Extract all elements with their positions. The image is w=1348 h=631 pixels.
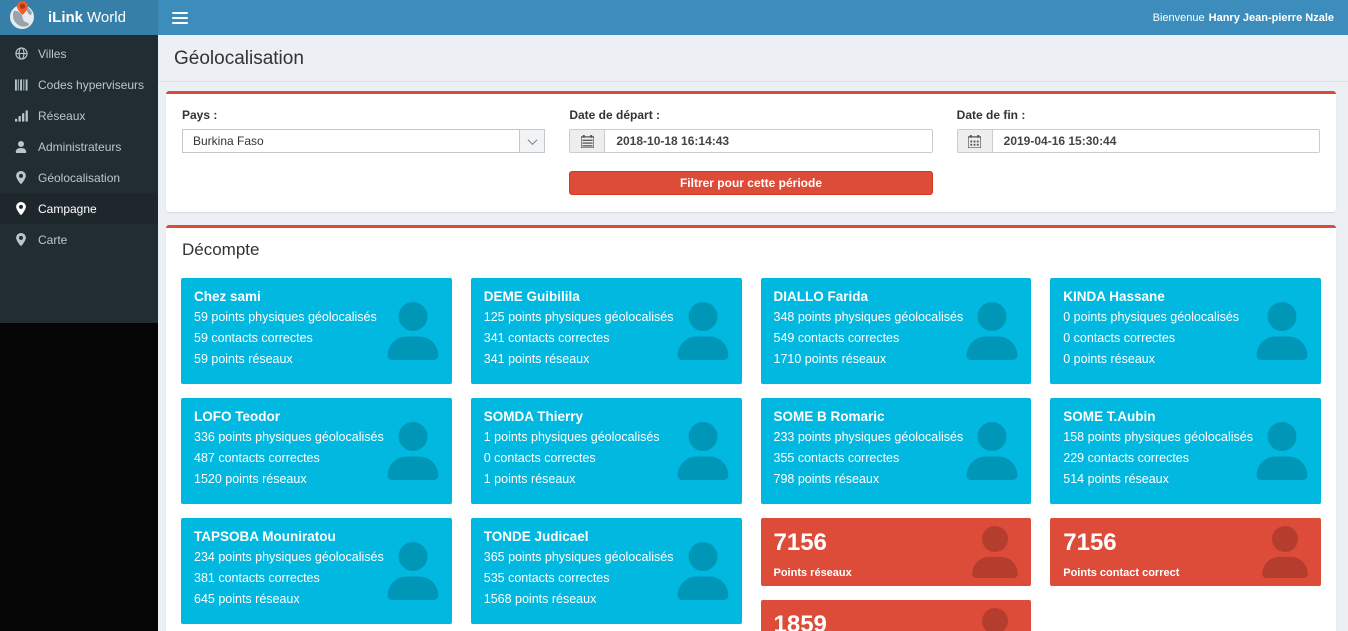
person-silhouette-icon bbox=[387, 302, 439, 360]
country-selected-value: Burkina Faso bbox=[183, 134, 519, 148]
agent-card[interactable]: Chez sami 59 points physiques géolocalis… bbox=[181, 278, 452, 384]
agent-card[interactable]: KINDA Hassane 0 points physiques géoloca… bbox=[1050, 278, 1321, 384]
calendar-icon bbox=[569, 129, 604, 153]
welcome-prefix: Bienvenue bbox=[1153, 12, 1205, 24]
person-silhouette-icon bbox=[387, 542, 439, 600]
user-name: Hanry Jean-pierre Nzale bbox=[1209, 12, 1334, 24]
sidebar-menu: Villes Codes hyperviseurs Réseaux bbox=[0, 35, 158, 323]
sidebar-item-label: Codes hyperviseurs bbox=[38, 78, 144, 92]
summary-card-points-contact[interactable]: 7156 Points contact correct bbox=[1050, 518, 1321, 586]
end-date-label: Date de fin : bbox=[957, 108, 1320, 122]
sidebar-item-carte[interactable]: Carte bbox=[0, 224, 158, 255]
app-window: iLinkWorld Villes Codes hyperviseurs bbox=[0, 0, 1348, 631]
page-title: Géolocalisation bbox=[158, 35, 1348, 82]
brand-name-light: World bbox=[87, 9, 126, 26]
person-silhouette-icon bbox=[1256, 422, 1308, 480]
summary-card-points-physiques[interactable]: 1859 Points physiques géolocalisés bbox=[761, 600, 1032, 631]
top-navbar: Bienvenue Hanry Jean-pierre Nzale bbox=[158, 0, 1348, 35]
sidebar-item-label: Administrateurs bbox=[38, 140, 121, 154]
agent-card[interactable]: TAPSOBA Mouniratou 234 points physiques … bbox=[181, 518, 452, 624]
start-date-label: Date de départ : bbox=[569, 108, 932, 122]
filter-box: Pays : Burkina Faso Date de départ : bbox=[166, 91, 1336, 212]
sidebar-item-villes[interactable]: Villes bbox=[0, 38, 158, 69]
sidebar-item-label: Campagne bbox=[38, 202, 97, 216]
agent-card[interactable]: DEME Guibilila 125 points physiques géol… bbox=[471, 278, 742, 384]
calendar-icon bbox=[957, 129, 992, 153]
content-area: Géolocalisation Pays : Burkina Faso Date… bbox=[158, 35, 1348, 631]
person-silhouette-icon bbox=[677, 302, 729, 360]
person-silhouette-icon bbox=[677, 542, 729, 600]
person-silhouette-icon bbox=[1256, 302, 1308, 360]
filter-period-button[interactable]: Filtrer pour cette période bbox=[569, 171, 932, 195]
sidebar-item-campagne[interactable]: Campagne bbox=[0, 193, 158, 224]
sidebar-toggle-hamburger-icon[interactable] bbox=[172, 9, 188, 27]
sidebar-item-label: Villes bbox=[38, 47, 66, 61]
person-silhouette-icon bbox=[966, 422, 1018, 480]
person-silhouette-icon bbox=[387, 422, 439, 480]
user-icon bbox=[14, 140, 28, 154]
welcome-message: Bienvenue Hanry Jean-pierre Nzale bbox=[1153, 12, 1334, 24]
person-silhouette-icon bbox=[966, 302, 1018, 360]
agent-card[interactable]: SOMDA Thierry 1 points physiques géoloca… bbox=[471, 398, 742, 504]
sidebar-item-geolocalisation[interactable]: Géolocalisation bbox=[0, 162, 158, 193]
person-silhouette-icon bbox=[972, 526, 1018, 578]
cards-column-1: Chez sami 59 points physiques géolocalis… bbox=[181, 278, 452, 624]
start-date-field: Date de départ : bbox=[569, 108, 932, 153]
person-silhouette-icon bbox=[677, 422, 729, 480]
agent-card[interactable]: SOME T.Aubin 158 points physiques géoloc… bbox=[1050, 398, 1321, 504]
person-silhouette-icon bbox=[1262, 526, 1308, 578]
sidebar-item-reseaux[interactable]: Réseaux bbox=[0, 100, 158, 131]
start-date-input[interactable] bbox=[604, 129, 932, 153]
brand-logo[interactable]: iLinkWorld bbox=[0, 0, 158, 35]
map-marker-icon bbox=[14, 202, 28, 216]
globe-pin-logo-icon bbox=[9, 1, 36, 34]
agent-card[interactable]: SOME B Romaric 233 points physiques géol… bbox=[761, 398, 1032, 504]
cards-column-3: DIALLO Farida 348 points physiques géolo… bbox=[761, 278, 1032, 631]
country-label: Pays : bbox=[182, 108, 545, 122]
summary-card-points-reseaux[interactable]: 7156 Points réseaux bbox=[761, 518, 1032, 586]
brand-name: iLinkWorld bbox=[48, 9, 126, 26]
agent-card[interactable]: LOFO Teodor 336 points physiques géoloca… bbox=[181, 398, 452, 504]
brand-name-bold: iLink bbox=[48, 9, 83, 26]
barcode-icon bbox=[14, 78, 28, 92]
end-date-input[interactable] bbox=[992, 129, 1320, 153]
agent-card[interactable]: TONDE Judicael 365 points physiques géol… bbox=[471, 518, 742, 624]
sidebar-item-label: Réseaux bbox=[38, 109, 85, 123]
person-silhouette-icon bbox=[972, 608, 1018, 631]
sidebar-item-codes-hyperviseurs[interactable]: Codes hyperviseurs bbox=[0, 69, 158, 100]
map-marker-icon bbox=[14, 233, 28, 247]
signal-bars-icon bbox=[14, 109, 28, 123]
cards-grid: Chez sami 59 points physiques géolocalis… bbox=[166, 269, 1336, 631]
decompte-box: Décompte Chez sami 59 points physiques g… bbox=[166, 225, 1336, 631]
agent-card[interactable]: DIALLO Farida 348 points physiques géolo… bbox=[761, 278, 1032, 384]
sidebar-item-administrateurs[interactable]: Administrateurs bbox=[0, 131, 158, 162]
sidebar-item-label: Géolocalisation bbox=[38, 171, 120, 185]
cards-column-4: KINDA Hassane 0 points physiques géoloca… bbox=[1050, 278, 1321, 586]
cards-column-2: DEME Guibilila 125 points physiques géol… bbox=[471, 278, 742, 624]
globe-icon bbox=[14, 47, 28, 61]
country-select[interactable]: Burkina Faso bbox=[182, 129, 545, 153]
end-date-field: Date de fin : bbox=[957, 108, 1320, 153]
map-marker-icon bbox=[14, 171, 28, 185]
decompte-title: Décompte bbox=[166, 228, 1336, 269]
chevron-down-icon[interactable] bbox=[519, 130, 544, 152]
country-field: Pays : Burkina Faso bbox=[182, 108, 545, 153]
sidebar: iLinkWorld Villes Codes hyperviseurs bbox=[0, 0, 158, 631]
sidebar-item-label: Carte bbox=[38, 233, 67, 247]
